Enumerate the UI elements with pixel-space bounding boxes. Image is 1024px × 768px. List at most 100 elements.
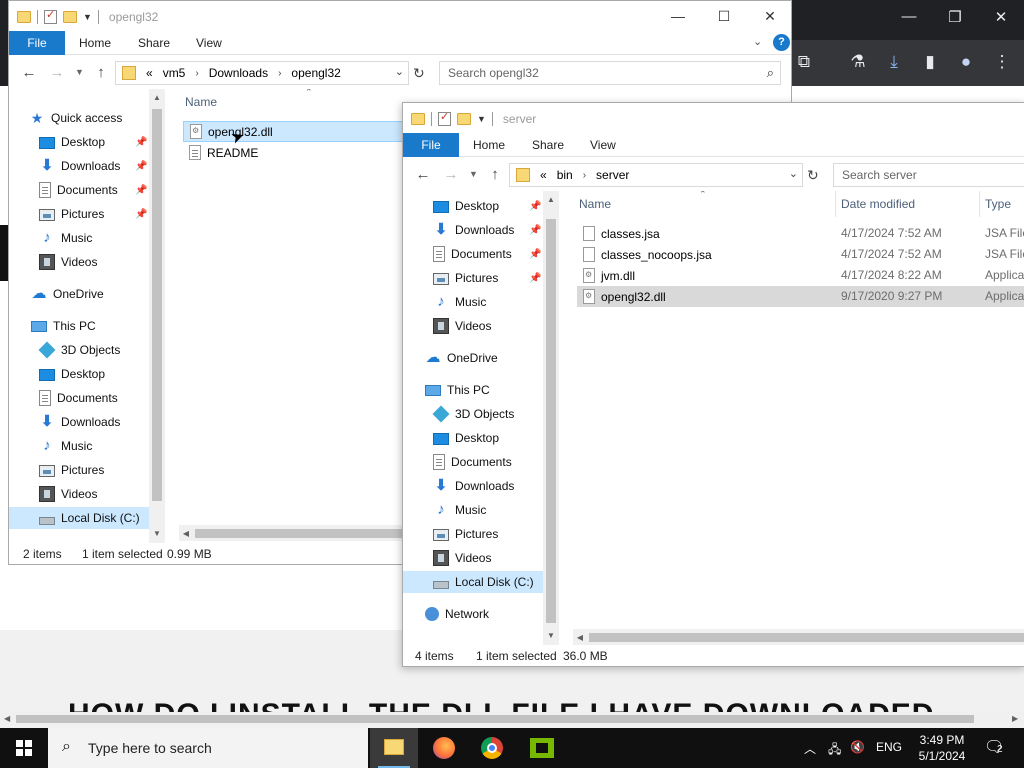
scroll-left-arrow[interactable]: ◀ xyxy=(179,529,193,538)
nav-pc-music[interactable]: ♪ Music xyxy=(39,435,92,457)
browser-menu-icon[interactable]: ⋮ xyxy=(990,50,1014,74)
file-row-classes-jsa[interactable]: classes.jsa 4/17/2024 7:52 AM JSA File xyxy=(577,223,1024,244)
scroll-up-arrow[interactable]: ▲ xyxy=(544,195,558,204)
forward-arrow-icon[interactable]: → xyxy=(441,166,461,183)
refresh-icon[interactable]: ↻ xyxy=(413,65,425,82)
nav-music[interactable]: ♪ Music xyxy=(39,227,92,249)
back-arrow-icon[interactable]: ← xyxy=(413,166,433,183)
help-icon[interactable]: ? xyxy=(773,34,790,51)
address-overflow[interactable]: « xyxy=(540,168,547,182)
window-titlebar[interactable]: ▼ opengl32 — ☐ ✕ xyxy=(9,1,791,31)
column-type[interactable]: Type xyxy=(985,191,1011,217)
start-button[interactable] xyxy=(0,728,48,768)
minimize-button[interactable]: — xyxy=(655,5,701,27)
nav-pc-pictures[interactable]: Pictures xyxy=(433,523,498,545)
nav-this-pc[interactable]: This PC xyxy=(425,379,490,401)
page-horizontal-scrollbar[interactable]: ◀ ▶ xyxy=(0,712,1024,726)
show-hidden-icons-chevron-icon[interactable]: ︿ xyxy=(804,740,816,757)
nvidia-taskbar-button[interactable] xyxy=(518,728,566,768)
nav-documents[interactable]: Documents xyxy=(39,179,118,201)
scroll-left-arrow[interactable]: ◀ xyxy=(4,712,10,726)
column-name[interactable]: Name xyxy=(579,191,611,217)
nav-network[interactable]: Network xyxy=(425,603,489,625)
customize-dropdown-icon[interactable]: ▼ xyxy=(477,114,486,124)
column-date-modified[interactable]: Date modified xyxy=(841,191,915,217)
tab-share[interactable]: Share xyxy=(138,31,170,55)
file-row-opengl32-dll[interactable]: opengl32.dll 9/17/2020 9:27 PM Applica xyxy=(577,286,1024,307)
firefox-taskbar-button[interactable] xyxy=(420,728,468,768)
properties-icon[interactable] xyxy=(438,110,451,126)
scroll-up-arrow[interactable]: ▲ xyxy=(150,93,164,102)
breadcrumb-server[interactable]: server xyxy=(596,168,629,182)
nav-desktop[interactable]: Desktop xyxy=(433,195,499,217)
column-divider[interactable] xyxy=(835,191,836,217)
nav-pictures[interactable]: Pictures xyxy=(39,203,104,225)
profile-avatar-icon[interactable]: ● xyxy=(954,50,978,74)
chevron-right-icon[interactable]: › xyxy=(583,170,586,181)
nav-videos[interactable]: Videos xyxy=(39,251,97,273)
nav-downloads[interactable]: ⬇ Downloads xyxy=(39,155,121,177)
nav-documents[interactable]: Documents xyxy=(433,243,512,265)
file-row-readme[interactable]: README xyxy=(183,142,419,163)
breadcrumb-opengl32[interactable]: opengl32 xyxy=(291,66,340,80)
file-row-jvm-dll[interactable]: jvm.dll 4/17/2024 8:22 AM Applica xyxy=(577,265,1024,286)
nav-scroll-thumb[interactable] xyxy=(546,219,556,623)
breadcrumb-downloads[interactable]: Downloads xyxy=(209,66,268,80)
forward-arrow-icon[interactable]: → xyxy=(47,64,67,81)
nav-3d-objects[interactable]: 3D Objects xyxy=(38,339,120,361)
tab-file[interactable]: File xyxy=(9,31,65,55)
file-explorer-taskbar-button[interactable] xyxy=(370,728,418,768)
language-indicator[interactable]: ENG xyxy=(876,740,902,754)
nav-onedrive[interactable]: ☁ OneDrive xyxy=(31,283,104,305)
recent-locations-icon[interactable]: ▼ xyxy=(75,67,84,77)
taskbar-search-box[interactable]: ⌕ Type here to search xyxy=(48,728,368,768)
properties-icon[interactable] xyxy=(44,8,57,24)
horizontal-scrollbar[interactable]: ◀ xyxy=(179,525,419,541)
labs-flask-icon[interactable]: ⚗ xyxy=(846,50,870,74)
window-titlebar[interactable]: ▼ server xyxy=(403,103,1024,133)
scroll-down-arrow[interactable]: ▼ xyxy=(150,529,164,538)
address-dropdown-icon[interactable]: ⌄ xyxy=(395,65,404,78)
scroll-down-arrow[interactable]: ▼ xyxy=(544,631,558,640)
new-folder-icon[interactable] xyxy=(457,113,471,125)
customize-dropdown-icon[interactable]: ▼ xyxy=(83,12,92,22)
extensions-icon[interactable]: ⧉ xyxy=(792,50,816,74)
nav-pc-documents[interactable]: Documents xyxy=(39,387,118,409)
download-icon[interactable]: ⤓ xyxy=(882,50,906,74)
maximize-button[interactable]: ☐ xyxy=(701,5,747,27)
tab-view[interactable]: View xyxy=(590,133,616,157)
browser-restore-button[interactable]: ❐ xyxy=(940,8,970,26)
breadcrumb-bin[interactable]: bin xyxy=(557,168,573,182)
horizontal-scroll-thumb[interactable] xyxy=(589,633,1024,642)
file-row-classes-nocoops-jsa[interactable]: classes_nocoops.jsa 4/17/2024 7:52 AM JS… xyxy=(577,244,1024,265)
browser-minimize-button[interactable]: — xyxy=(894,8,924,25)
chrome-taskbar-button[interactable] xyxy=(468,728,516,768)
column-divider[interactable] xyxy=(979,191,980,217)
nav-vertical-scrollbar[interactable]: ▲ ▼ xyxy=(543,191,559,645)
column-name[interactable]: Name xyxy=(185,89,217,115)
nav-pc-downloads[interactable]: ⬇ Downloads xyxy=(39,411,121,433)
address-dropdown-icon[interactable]: ⌄ xyxy=(789,167,798,180)
chevron-right-icon[interactable]: › xyxy=(195,68,198,79)
nav-music[interactable]: ♪ Music xyxy=(433,291,486,313)
search-input[interactable]: Search opengl32 ⌕ xyxy=(439,61,781,85)
nav-pc-documents[interactable]: Documents xyxy=(433,451,512,473)
tab-home[interactable]: Home xyxy=(473,133,505,157)
nav-onedrive[interactable]: ☁ OneDrive xyxy=(425,347,498,369)
nav-desktop[interactable]: Desktop xyxy=(39,131,105,153)
nav-pc-music[interactable]: ♪ Music xyxy=(433,499,486,521)
browser-close-button[interactable]: ✕ xyxy=(986,8,1016,26)
up-arrow-icon[interactable]: ↑ xyxy=(91,64,111,81)
nav-local-disk[interactable]: Local Disk (C:) xyxy=(9,507,149,529)
page-scroll-thumb[interactable] xyxy=(16,715,974,723)
nav-pictures[interactable]: Pictures xyxy=(433,267,498,289)
horizontal-scroll-thumb[interactable] xyxy=(195,529,419,538)
nav-quick-access[interactable]: ★ Quick access xyxy=(29,107,123,129)
recent-locations-icon[interactable]: ▼ xyxy=(469,169,478,179)
nav-pc-downloads[interactable]: ⬇ Downloads xyxy=(433,475,515,497)
nav-scroll-thumb[interactable] xyxy=(152,109,162,501)
expand-ribbon-icon[interactable]: ⌄ xyxy=(753,35,762,48)
scroll-right-arrow[interactable]: ▶ xyxy=(1012,712,1018,726)
refresh-icon[interactable]: ↻ xyxy=(807,167,819,184)
nav-local-disk[interactable]: Local Disk (C:) xyxy=(403,571,543,593)
